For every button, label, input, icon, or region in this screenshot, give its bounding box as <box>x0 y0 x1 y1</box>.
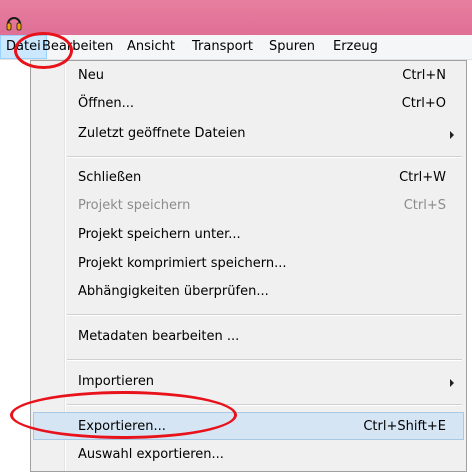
submenu-arrow-icon <box>450 131 454 139</box>
menu-item-schliessen[interactable]: Schließen Ctrl+W <box>33 164 464 192</box>
menu-item-label: Zuletzt geöffnete Dateien <box>78 126 246 141</box>
menu-item-label: Projekt speichern <box>78 198 191 213</box>
menu-item-label: Auswahl exportieren... <box>78 447 224 462</box>
menu-item-label: Projekt komprimiert speichern... <box>78 256 287 271</box>
menu-erzeugen[interactable]: Erzeug <box>328 35 383 59</box>
menu-item-projekt-speichern: Projekt speichern Ctrl+S <box>33 192 464 220</box>
menu-separator <box>67 314 462 316</box>
title-bar <box>0 0 472 35</box>
audacity-headphones-icon <box>6 17 22 31</box>
menu-item-importieren[interactable]: Importieren <box>33 368 464 396</box>
menu-item-label: Importieren <box>78 374 155 389</box>
menu-item-abhaengigkeiten-ueberpruefen[interactable]: Abhängigkeiten überprüfen... <box>33 278 464 306</box>
menu-item-projekt-komprimiert-speichern[interactable]: Projekt komprimiert speichern... <box>33 250 464 278</box>
menu-item-label: Schließen <box>78 170 142 185</box>
menu-item-label: Projekt speichern unter... <box>78 227 241 242</box>
datei-dropdown-menu: Neu Ctrl+N Öffnen... Ctrl+O Zuletzt geöf… <box>30 60 467 472</box>
menu-separator <box>67 156 462 158</box>
menu-item-shortcut: Ctrl+Shift+E <box>363 419 446 434</box>
menu-item-auswahl-exportieren[interactable]: Auswahl exportieren... <box>33 441 464 469</box>
menu-item-label: Neu <box>78 68 104 83</box>
menu-item-neu[interactable]: Neu Ctrl+N <box>33 62 464 90</box>
menu-spuren[interactable]: Spuren <box>264 35 320 59</box>
submenu-arrow-icon <box>450 379 454 387</box>
menu-item-zuletzt-geoeffnete-dateien[interactable]: Zuletzt geöffnete Dateien <box>33 120 464 148</box>
menu-separator <box>67 359 462 361</box>
menu-item-label: Abhängigkeiten überprüfen... <box>78 284 269 299</box>
menu-separator <box>67 404 462 406</box>
menu-item-oeffnen[interactable]: Öffnen... Ctrl+O <box>33 90 464 118</box>
menu-item-shortcut: Ctrl+S <box>403 198 446 213</box>
menu-item-metadaten-bearbeiten[interactable]: Metadaten bearbeiten ... <box>33 323 464 351</box>
menu-item-shortcut: Ctrl+O <box>401 96 446 111</box>
menu-item-exportieren[interactable]: Exportieren... Ctrl+Shift+E <box>33 412 464 440</box>
menu-item-label: Metadaten bearbeiten ... <box>78 329 240 344</box>
menu-item-shortcut: Ctrl+W <box>399 170 446 185</box>
menu-item-label: Exportieren... <box>78 419 166 434</box>
menu-ansicht[interactable]: Ansicht <box>122 35 180 59</box>
window-background <box>0 60 30 472</box>
menu-item-projekt-speichern-unter[interactable]: Projekt speichern unter... <box>33 221 464 249</box>
menu-bearbeiten[interactable]: Bearbeiten <box>37 35 118 59</box>
menu-transport[interactable]: Transport <box>187 35 258 59</box>
menu-item-label: Öffnen... <box>78 96 135 111</box>
menu-bar: Datei Bearbeiten Ansicht Transport Spure… <box>0 35 472 60</box>
menu-item-shortcut: Ctrl+N <box>402 68 446 83</box>
